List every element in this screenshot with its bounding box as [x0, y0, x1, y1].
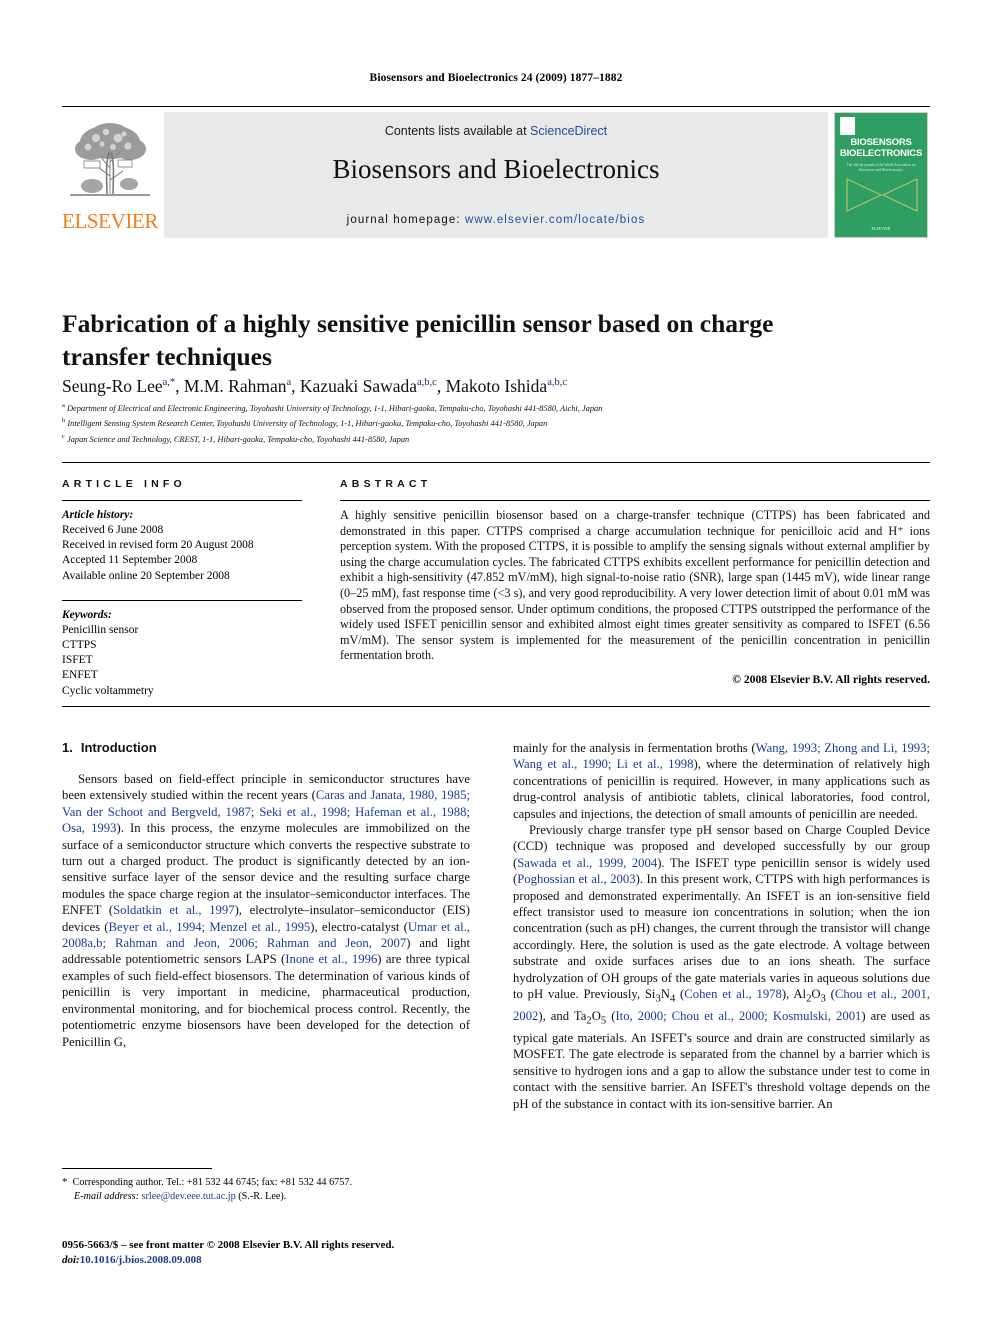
- article-info-heading: ARTICLE INFO: [62, 478, 186, 490]
- contents-available-line: Contents lists available at ScienceDirec…: [164, 124, 828, 138]
- keyword-item: CTTPS: [62, 639, 97, 652]
- history-item: Received 6 June 2008: [62, 524, 164, 536]
- homepage-url-link[interactable]: www.elsevier.com/locate/bios: [465, 214, 645, 226]
- affiliation-item: b Intelligent Sensing System Research Ce…: [62, 415, 930, 430]
- keyword-item: Penicillin sensor: [62, 623, 139, 636]
- cover-subtitle: The official journal of the World Associ…: [846, 163, 916, 172]
- issn-copyright-line: 0956-5663/$ – see front matter © 2008 El…: [62, 1239, 395, 1251]
- affiliation-item: a Department of Electrical and Electroni…: [62, 400, 930, 415]
- affiliation-marker: a: [62, 402, 65, 409]
- running-head: Biosensors and Bioelectronics 24 (2009) …: [369, 72, 623, 84]
- article-history-label: Article history:: [62, 509, 134, 521]
- journal-title: Biosensors and Bioelectronics: [332, 154, 660, 184]
- body-paragraph: Previously charge transfer type pH senso…: [513, 823, 931, 1111]
- journal-cover-thumbnail: BIOSENSORS BIOELECTRONICS The official j…: [834, 112, 930, 238]
- elsevier-logo: ELSEVIER: [62, 112, 158, 238]
- cover-title-line2: BIOELECTRONICS: [839, 148, 923, 159]
- keyword-item: ENFET: [62, 669, 98, 682]
- contents-prefix: Contents lists available at: [384, 124, 531, 138]
- affiliation-text: Intelligent Sensing System Research Cent…: [67, 419, 548, 429]
- section-heading-introduction: 1. Introduction: [62, 740, 470, 755]
- history-item: Received in revised form 20 August 2008: [62, 539, 254, 552]
- affiliation-marker: b: [62, 417, 66, 425]
- elsevier-wordmark: ELSEVIER: [62, 209, 158, 233]
- cover-elsevier-mark-icon: [840, 117, 855, 135]
- abstract-text: A highly sensitive penicillin biosensor …: [340, 508, 930, 663]
- body-paragraph: Sensors based on field-effect principle …: [62, 772, 471, 1049]
- footnote-rule: [62, 1168, 212, 1169]
- abstract-rule: [340, 500, 930, 501]
- section-number: 1.: [62, 740, 73, 755]
- affiliation-list: a Department of Electrical and Electroni…: [62, 400, 930, 446]
- section-title: Introduction: [80, 740, 157, 755]
- paper-page: Biosensors and Bioelectronics 24 (2009) …: [0, 0, 992, 1323]
- article-info-column: ARTICLE INFO Article history: Received 6…: [62, 478, 302, 699]
- homepage-prefix: journal homepage:: [346, 214, 465, 226]
- doi-line: doi:10.1016/j.bios.2008.09.008: [62, 1253, 492, 1268]
- body-column-left: 1. Introduction Sensors based on field-ef…: [62, 740, 470, 1050]
- article-history-list: Received 6 June 2008 Received in revised…: [62, 523, 302, 584]
- journal-masthead: ELSEVIER Contents lists available at Sci…: [62, 106, 930, 238]
- abstract-heading: ABSTRACT: [340, 478, 432, 490]
- page-title: Fabrication of a highly sensitive penici…: [62, 309, 774, 372]
- affiliation-text: Japan Science and Technology, CREST, 1-1…: [66, 434, 410, 444]
- info-block-bottom-rule: [62, 706, 930, 707]
- keyword-item: ISFET: [62, 654, 93, 667]
- journal-banner: Contents lists available at ScienceDirec…: [164, 112, 828, 238]
- keyword-item: Cyclic voltammetry: [62, 684, 154, 697]
- keyword-list: Penicillin sensor CTTPS ISFET ENFET Cycl…: [62, 623, 302, 699]
- doi-label: doi:: [62, 1253, 80, 1266]
- cover-title: BIOSENSORS BIOELECTRONICS: [835, 137, 927, 159]
- journal-homepage-line: journal homepage: www.elsevier.com/locat…: [164, 214, 828, 226]
- info-block-top-rule: [62, 462, 930, 463]
- affiliation-item: c Japan Science and Technology, CREST, 1…: [62, 431, 930, 446]
- affiliation-text: Department of Electrical and Electronic …: [66, 403, 603, 413]
- footnote-block: * Corresponding author. Tel.: +81 532 44…: [62, 1176, 472, 1203]
- history-item: Available online 20 September 2008: [62, 569, 230, 582]
- sciencedirect-link[interactable]: ScienceDirect: [530, 124, 607, 138]
- email-note: E-mail address: srlee@dev.eee.tut.ac.jp …: [74, 1190, 287, 1202]
- article-info-rule: [62, 500, 302, 501]
- keywords-label: Keywords:: [62, 608, 112, 621]
- cover-footer: ELSEVIER: [871, 226, 891, 231]
- abstract-copyright: © 2008 Elsevier B.V. All rights reserved…: [732, 672, 930, 686]
- body-column-right: mainly for the analysis in fermentation …: [513, 740, 930, 1112]
- affiliation-marker: c: [62, 432, 65, 440]
- keywords-rule: [62, 599, 302, 601]
- cover-artwork-icon: [846, 178, 918, 212]
- cover-title-line1: BIOSENSORS: [850, 137, 912, 148]
- body-paragraph: mainly for the analysis in fermentation …: [513, 741, 931, 821]
- corresponding-author-note: * Corresponding author. Tel.: +81 532 44…: [62, 1176, 352, 1188]
- doi-link[interactable]: 10.1016/j.bios.2008.09.008: [80, 1254, 202, 1266]
- imprint-block: 0956-5663/$ – see front matter © 2008 El…: [62, 1238, 492, 1267]
- abstract-column: ABSTRACT A highly sensitive penicillin b…: [340, 478, 930, 686]
- history-item: Accepted 11 September 2008: [62, 554, 198, 567]
- cover-image: BIOSENSORS BIOELECTRONICS The official j…: [834, 112, 928, 238]
- elsevier-tree-icon: [66, 116, 154, 204]
- author-list: Seung-Ro Leea,*, M.M. Rahmana, Kazuaki S…: [62, 376, 568, 396]
